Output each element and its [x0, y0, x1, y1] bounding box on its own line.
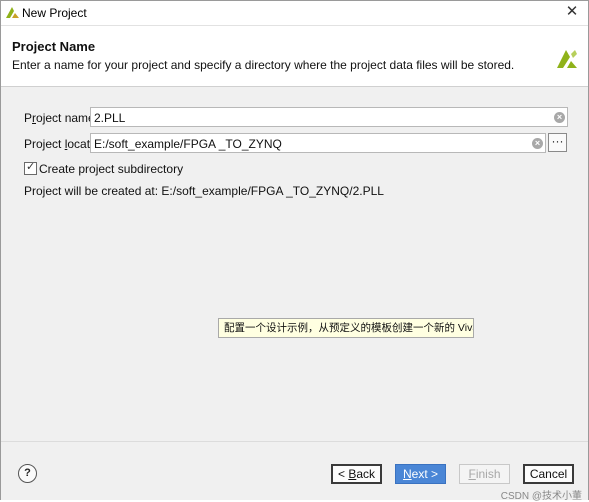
project-location-value: E:/soft_example/FPGA _TO_ZYNQ [94, 137, 282, 151]
title-bar: New Project ✕ [1, 1, 588, 25]
project-location-input[interactable]: E:/soft_example/FPGA _TO_ZYNQ × [90, 133, 546, 153]
back-button[interactable]: < Back [331, 464, 382, 484]
clear-name-icon[interactable]: × [554, 112, 565, 123]
help-button[interactable]: ? [18, 464, 37, 483]
page-description: Enter a name for your project and specif… [12, 58, 515, 72]
create-subdirectory-label[interactable]: Create project subdirectory [39, 162, 183, 176]
new-project-dialog: New Project ✕ Project Name Enter a name … [0, 0, 589, 502]
browse-button[interactable]: ··· [548, 133, 567, 152]
vivado-logo-icon [557, 50, 577, 68]
finish-button: Finish [459, 464, 510, 484]
page-header: Project Name Enter a name for your proje… [1, 25, 588, 87]
close-icon[interactable]: ✕ [564, 4, 580, 20]
project-name-value: 2.PLL [94, 111, 126, 125]
next-button[interactable]: Next > [395, 464, 446, 484]
vivado-app-icon [6, 7, 19, 18]
project-name-label: Project name: [24, 111, 99, 125]
cancel-button[interactable]: Cancel [523, 464, 574, 484]
window-title: New Project [22, 6, 87, 20]
project-name-input[interactable]: 2.PLL × [90, 107, 568, 127]
tooltip: 配置一个设计示例，从预定义的模板创建一个新的 Vivado 项目 [218, 318, 474, 338]
page-title: Project Name [12, 39, 96, 54]
checkmark-icon: ✓ [26, 161, 36, 173]
clear-location-icon[interactable]: × [532, 138, 543, 149]
project-path-summary: Project will be created at: E:/soft_exam… [24, 184, 384, 198]
create-subdirectory-checkbox[interactable]: ✓ [24, 161, 37, 175]
